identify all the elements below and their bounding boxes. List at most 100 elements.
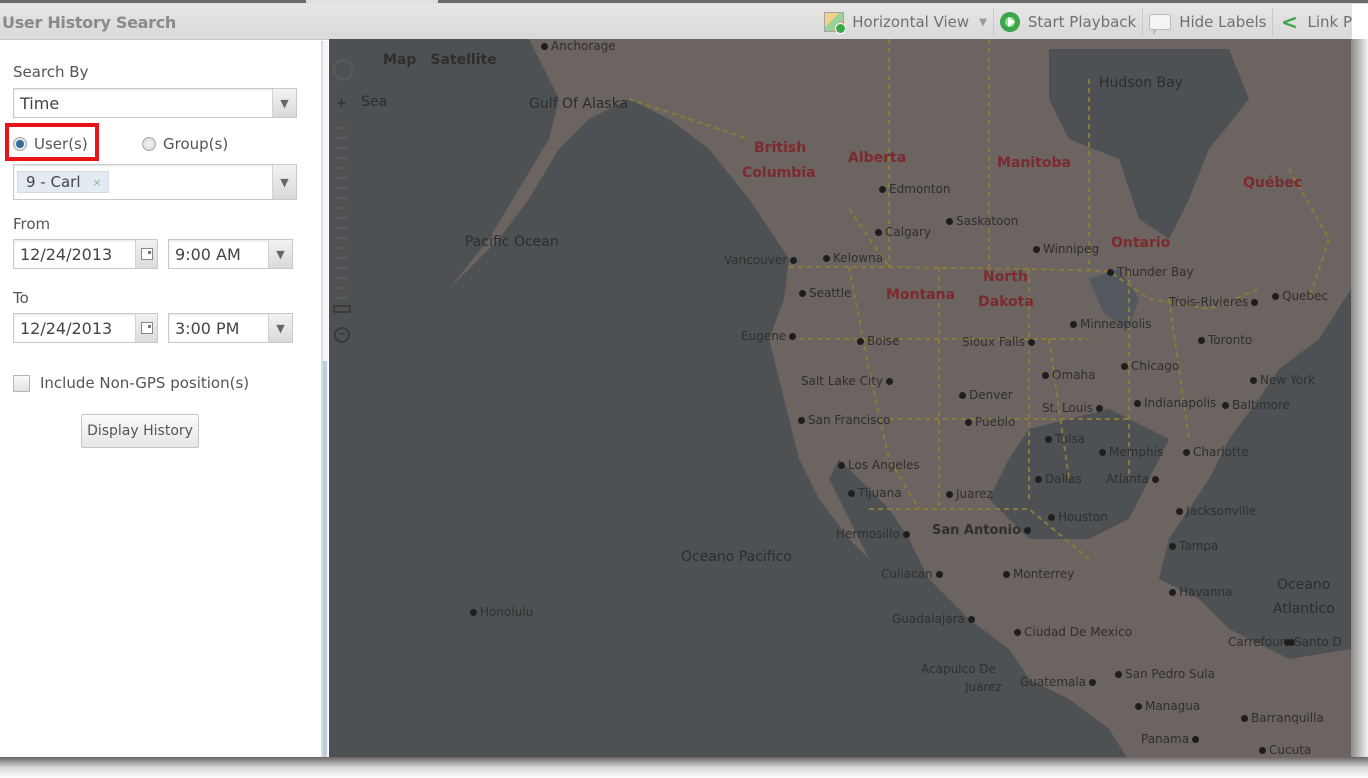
map-label-region: Manitoba <box>997 155 1071 171</box>
map-label-city: St. Louis <box>1042 401 1106 415</box>
map-label-region: Dakota <box>978 294 1034 310</box>
map-type-satellite[interactable]: Satellite <box>430 52 496 68</box>
to-time-select[interactable]: 3:00 PM ▼ <box>168 313 293 343</box>
map-label-ocean: Hudson Bay <box>1099 75 1183 91</box>
pan-control-icon[interactable] <box>332 59 354 81</box>
zoom-out-button[interactable]: − <box>334 327 350 343</box>
map-label-city: Edmonton <box>879 182 951 196</box>
panel-splitter[interactable] <box>322 41 328 757</box>
start-playback-label: Start Playback <box>1027 13 1137 31</box>
map-label-city: Honolulu <box>470 605 533 619</box>
from-time-select[interactable]: 9:00 AM ▼ <box>168 239 293 269</box>
map-label-city: Calgary <box>875 225 931 239</box>
link-icon: < <box>1281 10 1298 34</box>
search-by-label: Search By <box>13 63 89 81</box>
map-label-city: Ciudad De Mexico <box>1014 625 1132 639</box>
map-label-city: Seattle <box>799 286 851 300</box>
to-date-field[interactable]: 12/24/2013 <box>13 313 158 343</box>
map-label-region: Columbia <box>742 165 816 181</box>
map-label-city: Pueblo <box>965 415 1015 429</box>
calendar-icon <box>140 248 153 260</box>
map-navigation-controls: + − <box>329 39 359 369</box>
map-label-city: Atlanta <box>1106 472 1162 486</box>
user-tag: 9 - Carl × <box>17 171 109 193</box>
remove-tag-icon[interactable]: × <box>93 176 102 189</box>
zoom-in-button[interactable]: + <box>336 96 347 111</box>
map-label-city: Boise <box>857 334 900 348</box>
calendar-button[interactable] <box>135 240 157 268</box>
chevron-down-icon[interactable]: ▼ <box>272 165 296 199</box>
radio-groups[interactable]: Group(s) <box>142 132 228 156</box>
panel-header: User History Search Horizontal View ▼ St… <box>0 4 1352 40</box>
map-label-region: Ontario <box>1111 235 1171 251</box>
display-history-button[interactable]: Display History <box>81 414 199 448</box>
from-date-value: 12/24/2013 <box>20 244 113 264</box>
map-type-map[interactable]: Map <box>383 52 416 68</box>
map-label-city: Barranquilla <box>1241 711 1324 725</box>
user-select[interactable]: 9 - Carl × ▼ <box>13 164 297 200</box>
chevron-down-icon[interactable]: ▼ <box>268 240 292 268</box>
map-view[interactable]: + − Map Satellite Hudson Bay Gulf Of Ala… <box>329 39 1351 761</box>
map-label-city: Winnipeg <box>1033 242 1099 256</box>
map-label-city: Chicago <box>1121 359 1179 373</box>
horizontal-view-button[interactable]: Horizontal View ▼ <box>818 8 994 36</box>
radio-users[interactable]: User(s) <box>13 132 88 156</box>
map-label-region: North <box>983 269 1028 285</box>
horizontal-view-icon <box>824 12 847 34</box>
map-label-city: Sioux Falls <box>962 335 1038 349</box>
from-date-field[interactable]: 12/24/2013 <box>13 239 158 269</box>
chevron-down-icon[interactable]: ▼ <box>979 17 987 28</box>
map-label-city: San Francisco <box>798 413 890 427</box>
map-label-city: Eugene <box>741 329 799 343</box>
map-label-city: Houston <box>1048 510 1108 524</box>
map-label-city: Toronto <box>1198 333 1252 347</box>
non-gps-checkbox[interactable] <box>13 375 30 392</box>
map-label-city: Jacksonville <box>1176 504 1256 518</box>
map-label-city: Culiacan <box>881 567 946 581</box>
map-label-city: Saskatoon <box>946 214 1018 228</box>
map-label-city: San Pedro Sula <box>1115 667 1215 681</box>
radio-users-button[interactable] <box>13 137 27 151</box>
zoom-slider[interactable] <box>337 119 347 299</box>
radio-groups-button[interactable] <box>142 137 156 151</box>
map-label-city: Denver <box>959 388 1013 402</box>
map-type-switch: Map Satellite <box>383 52 497 68</box>
radio-users-label: User(s) <box>34 135 88 153</box>
map-label-region: British <box>754 140 807 156</box>
map-label-ocean: Oceano <box>1277 577 1331 593</box>
map-label-city: Guadalajara <box>892 612 978 626</box>
map-label-city: Vancouver <box>724 253 800 267</box>
search-panel: Search By Time ▼ User(s) Group(s) 9 - Ca… <box>0 41 322 757</box>
map-label-city: Cucuta <box>1259 743 1311 757</box>
map-label-city: Quebec <box>1272 289 1328 303</box>
start-playback-button[interactable]: Start Playback <box>994 8 1144 36</box>
hide-labels-button[interactable]: Hide Labels <box>1143 8 1274 36</box>
map-label-city: Juarez <box>946 487 993 501</box>
zoom-slider-handle[interactable] <box>333 305 351 313</box>
map-label-city: Salt Lake City <box>801 374 896 388</box>
to-time-value: 3:00 PM <box>175 318 240 338</box>
map-label-city: Tulsa <box>1045 432 1085 446</box>
user-tag-label: 9 - Carl <box>26 173 81 191</box>
map-label-ocean: Sea <box>361 94 388 110</box>
link-button[interactable]: < Link P <box>1273 8 1352 36</box>
map-label-city: San Antonio <box>932 523 1034 538</box>
from-time-value: 9:00 AM <box>175 244 241 264</box>
map-label-city: Santo D <box>1284 635 1342 649</box>
map-label-city: Kelowna <box>823 251 883 265</box>
play-icon <box>999 12 1020 32</box>
map-label-city: Monterrey <box>1003 567 1074 581</box>
chevron-down-icon[interactable]: ▼ <box>272 89 296 117</box>
map-label-region: Alberta <box>848 150 907 166</box>
calendar-button[interactable] <box>135 314 157 342</box>
map-label-ocean: Gulf Of Alaska <box>529 96 629 112</box>
to-label: To <box>13 289 29 307</box>
search-by-select[interactable]: Time ▼ <box>13 88 297 118</box>
map-label-city: Acapulco De <box>921 662 996 676</box>
map-label-region: Montana <box>886 287 956 303</box>
chevron-down-icon[interactable]: ▼ <box>268 314 292 342</box>
radio-groups-label: Group(s) <box>163 135 229 153</box>
map-label-city: Panama <box>1141 732 1202 746</box>
panel-title: User History Search <box>2 13 176 32</box>
map-label-city: Los Angeles <box>838 458 920 472</box>
